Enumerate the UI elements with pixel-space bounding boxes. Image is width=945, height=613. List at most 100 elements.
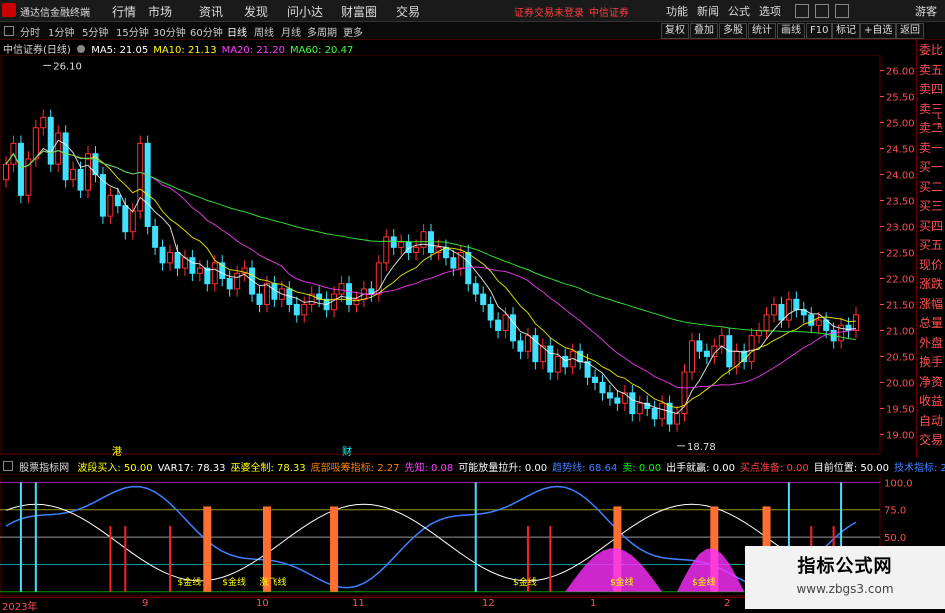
quote-panel-item[interactable]: 换手 (919, 356, 943, 369)
restore-icon[interactable] (815, 4, 829, 18)
quote-panel-item[interactable]: 交易 (919, 434, 943, 447)
f10-button[interactable]: F10 (806, 23, 833, 39)
tab-5min[interactable]: 5分钟 (82, 24, 108, 39)
draw-button[interactable]: 画线 (777, 23, 805, 39)
candle-body (129, 210, 136, 233)
menu-headline[interactable]: 新闻 (697, 3, 719, 19)
buy-signal-bar (169, 526, 172, 592)
menu-options[interactable]: 选项 (759, 3, 781, 19)
back-button[interactable]: 返回 (896, 23, 924, 39)
tab-daily[interactable]: 日线 (227, 24, 247, 39)
candle-body (659, 402, 666, 420)
minimize-icon[interactable] (795, 4, 809, 18)
candle-body (263, 283, 270, 305)
signal-label: 涨飞线 (260, 576, 287, 588)
quote-panel-item[interactable]: 买一 (919, 161, 943, 174)
candle-body (70, 168, 77, 181)
tab-15min[interactable]: 15分钟 (116, 24, 149, 39)
low-label: 18.78 (687, 442, 716, 453)
menu-ask[interactable]: 问小达 (287, 3, 323, 20)
quote-panel-item[interactable]: 自动 (919, 414, 943, 428)
quote-panel-item[interactable]: 净资 (919, 375, 943, 389)
tab-multi-period[interactable]: 多周期 (307, 24, 337, 39)
tab-60min[interactable]: 60分钟 (190, 24, 223, 39)
candle-body (472, 283, 479, 295)
quote-panel-item[interactable]: 现价 (919, 258, 943, 272)
tab-30min[interactable]: 30分钟 (153, 24, 186, 39)
quote-panel-item[interactable]: 涨跌 (919, 278, 943, 291)
candle-body (40, 116, 47, 129)
event-hk[interactable]: 港 (112, 443, 122, 458)
indicator-name[interactable]: 股票指标网 (19, 463, 69, 474)
y-tick-label: 19.50 (886, 404, 915, 415)
quote-panel-item[interactable]: 买二 (919, 180, 943, 194)
menu-function[interactable]: 功能 (666, 3, 688, 19)
signal-label: $金线 (177, 576, 201, 588)
candle-body (167, 252, 174, 264)
candle-body (174, 252, 181, 269)
settings-icon[interactable] (77, 45, 85, 53)
candle-body (159, 246, 166, 264)
tab-weekly[interactable]: 周线 (254, 24, 274, 39)
candle-body (524, 335, 531, 352)
x-month-1: 1 (590, 598, 597, 609)
menu-trade[interactable]: 交易 (396, 3, 420, 20)
high-label: 26.10 (53, 61, 82, 72)
guest-label[interactable]: 游客 (915, 3, 937, 19)
signal-label: $金线 (610, 576, 634, 588)
candle-body (226, 277, 233, 290)
quote-panel-item[interactable]: 买三 (919, 200, 943, 213)
tab-1min[interactable]: 1分钟 (48, 24, 74, 39)
menu-formula[interactable]: 公式 (728, 3, 750, 19)
adjust-button[interactable]: 复权 (661, 23, 689, 39)
login-status[interactable]: 证券交易未登录 (514, 4, 584, 19)
tab-intraday[interactable]: 分时 (20, 24, 40, 39)
y-tick-label: 20.50 (886, 352, 915, 363)
tab-monthly[interactable]: 月线 (281, 24, 301, 39)
candlestick-chart[interactable]: 26.10 18.78 (0, 55, 916, 455)
menu-market[interactable]: 市场 (148, 3, 172, 20)
candle-body (696, 340, 703, 352)
grid-icon[interactable] (4, 26, 14, 36)
candle-body (122, 205, 129, 233)
x-month-2: 2 (724, 598, 731, 609)
mark-button[interactable]: 标记 (832, 23, 860, 39)
quote-panel-item[interactable]: 买四 (919, 219, 943, 233)
quote-panel-item[interactable]: 买五 (919, 239, 943, 252)
buy-signal-bar (124, 526, 127, 592)
menu-wealth[interactable]: 财富圈 (341, 3, 377, 20)
candle-body (554, 355, 561, 373)
y-tick-label: 26.00 (886, 67, 915, 78)
indicator-menu-icon[interactable] (3, 461, 13, 471)
y-tick-label: 25.50 (886, 93, 915, 104)
candle-body (62, 132, 69, 181)
tab-more[interactable]: 更多 (343, 24, 363, 39)
multi-stock-button[interactable]: 多股 (719, 23, 747, 39)
quote-panel-item[interactable]: 总量 (919, 317, 943, 330)
candle-body (748, 335, 755, 363)
menu-discover[interactable]: 发现 (244, 3, 268, 20)
candle-body (152, 226, 159, 248)
stats-button[interactable]: 统计 (748, 23, 776, 39)
quote-panel-item[interactable]: 涨幅 (919, 297, 943, 311)
quote-panel-item[interactable]: 卖一 (919, 141, 943, 155)
candle-body (345, 283, 352, 305)
candle-body (793, 298, 800, 311)
quote-panel-item[interactable]: 卖五 (919, 63, 943, 77)
overlay-button[interactable]: 叠加 (690, 23, 718, 39)
add-watchlist-button[interactable]: +自选 (860, 23, 897, 39)
candle-body (234, 272, 241, 290)
app-logo-icon (2, 3, 16, 17)
menu-news[interactable]: 资讯 (199, 3, 223, 20)
indicator-label-0: 波段买入: 50.00 (77, 463, 153, 474)
event-finance[interactable]: 财 (342, 443, 352, 458)
price-axis: 26.00 25.50 25.00 24.50 24.00 23.50 23.00 22.50… (880, 67, 915, 441)
quote-panel-item[interactable]: 卖四 (919, 83, 943, 96)
close-icon[interactable] (835, 4, 849, 18)
quote-panel-item[interactable]: 委比 (919, 44, 943, 57)
quote-panel-item[interactable]: 外盘 (919, 336, 943, 350)
candle-body (398, 241, 405, 248)
broker-name[interactable]: 中信证券 (589, 4, 629, 19)
quote-panel-item[interactable]: 收益 (919, 395, 943, 408)
menu-quotes[interactable]: 行情 (112, 3, 136, 20)
